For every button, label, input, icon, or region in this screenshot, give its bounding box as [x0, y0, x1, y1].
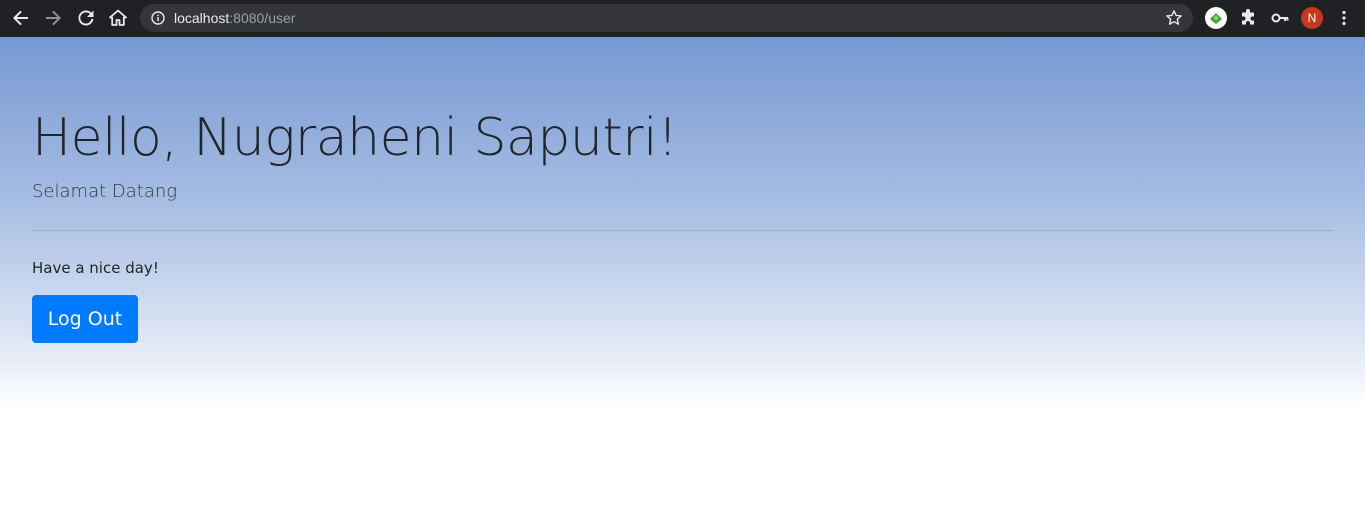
page-title: Hello, Nugraheni Saputri! [32, 108, 678, 168]
forward-button[interactable] [41, 6, 65, 30]
green-extension-icon [1205, 7, 1227, 29]
logout-button[interactable]: Log Out [32, 295, 138, 343]
url-path: :8080/user [229, 10, 296, 26]
url-text[interactable]: localhost:8080/user [174, 9, 295, 27]
page-viewport: Hello, Nugraheni Saputri! Selamat Datang… [0, 37, 1365, 525]
home-button[interactable] [106, 6, 130, 30]
avatar: N [1301, 7, 1323, 29]
kebab-menu-icon [1342, 10, 1346, 26]
puzzle-icon [1242, 9, 1254, 25]
back-arrow-icon [13, 10, 28, 26]
jumbotron: Hello, Nugraheni Saputri! Selamat Datang… [32, 103, 1334, 343]
passwords-button[interactable] [1268, 6, 1292, 30]
divider [32, 230, 1334, 231]
browser-toolbar: localhost:8080/user N [0, 0, 1365, 37]
reload-icon [78, 10, 94, 26]
extension-button[interactable] [1204, 6, 1228, 30]
key-icon [1271, 13, 1289, 23]
extensions-menu-button[interactable] [1236, 6, 1260, 30]
info-icon[interactable] [151, 11, 165, 25]
reload-button[interactable] [74, 6, 98, 30]
welcome-subtitle: Selamat Datang [32, 181, 178, 202]
profile-button[interactable]: N [1300, 6, 1324, 30]
url-host: localhost [174, 10, 230, 26]
forward-arrow-icon [46, 10, 61, 26]
browser-menu-button[interactable] [1332, 6, 1356, 30]
greeting-message: Have a nice day! [32, 259, 159, 277]
address-bar[interactable]: localhost:8080/user [140, 4, 1193, 32]
star-icon[interactable] [1165, 9, 1183, 27]
back-button[interactable] [9, 6, 33, 30]
home-icon [109, 9, 127, 26]
